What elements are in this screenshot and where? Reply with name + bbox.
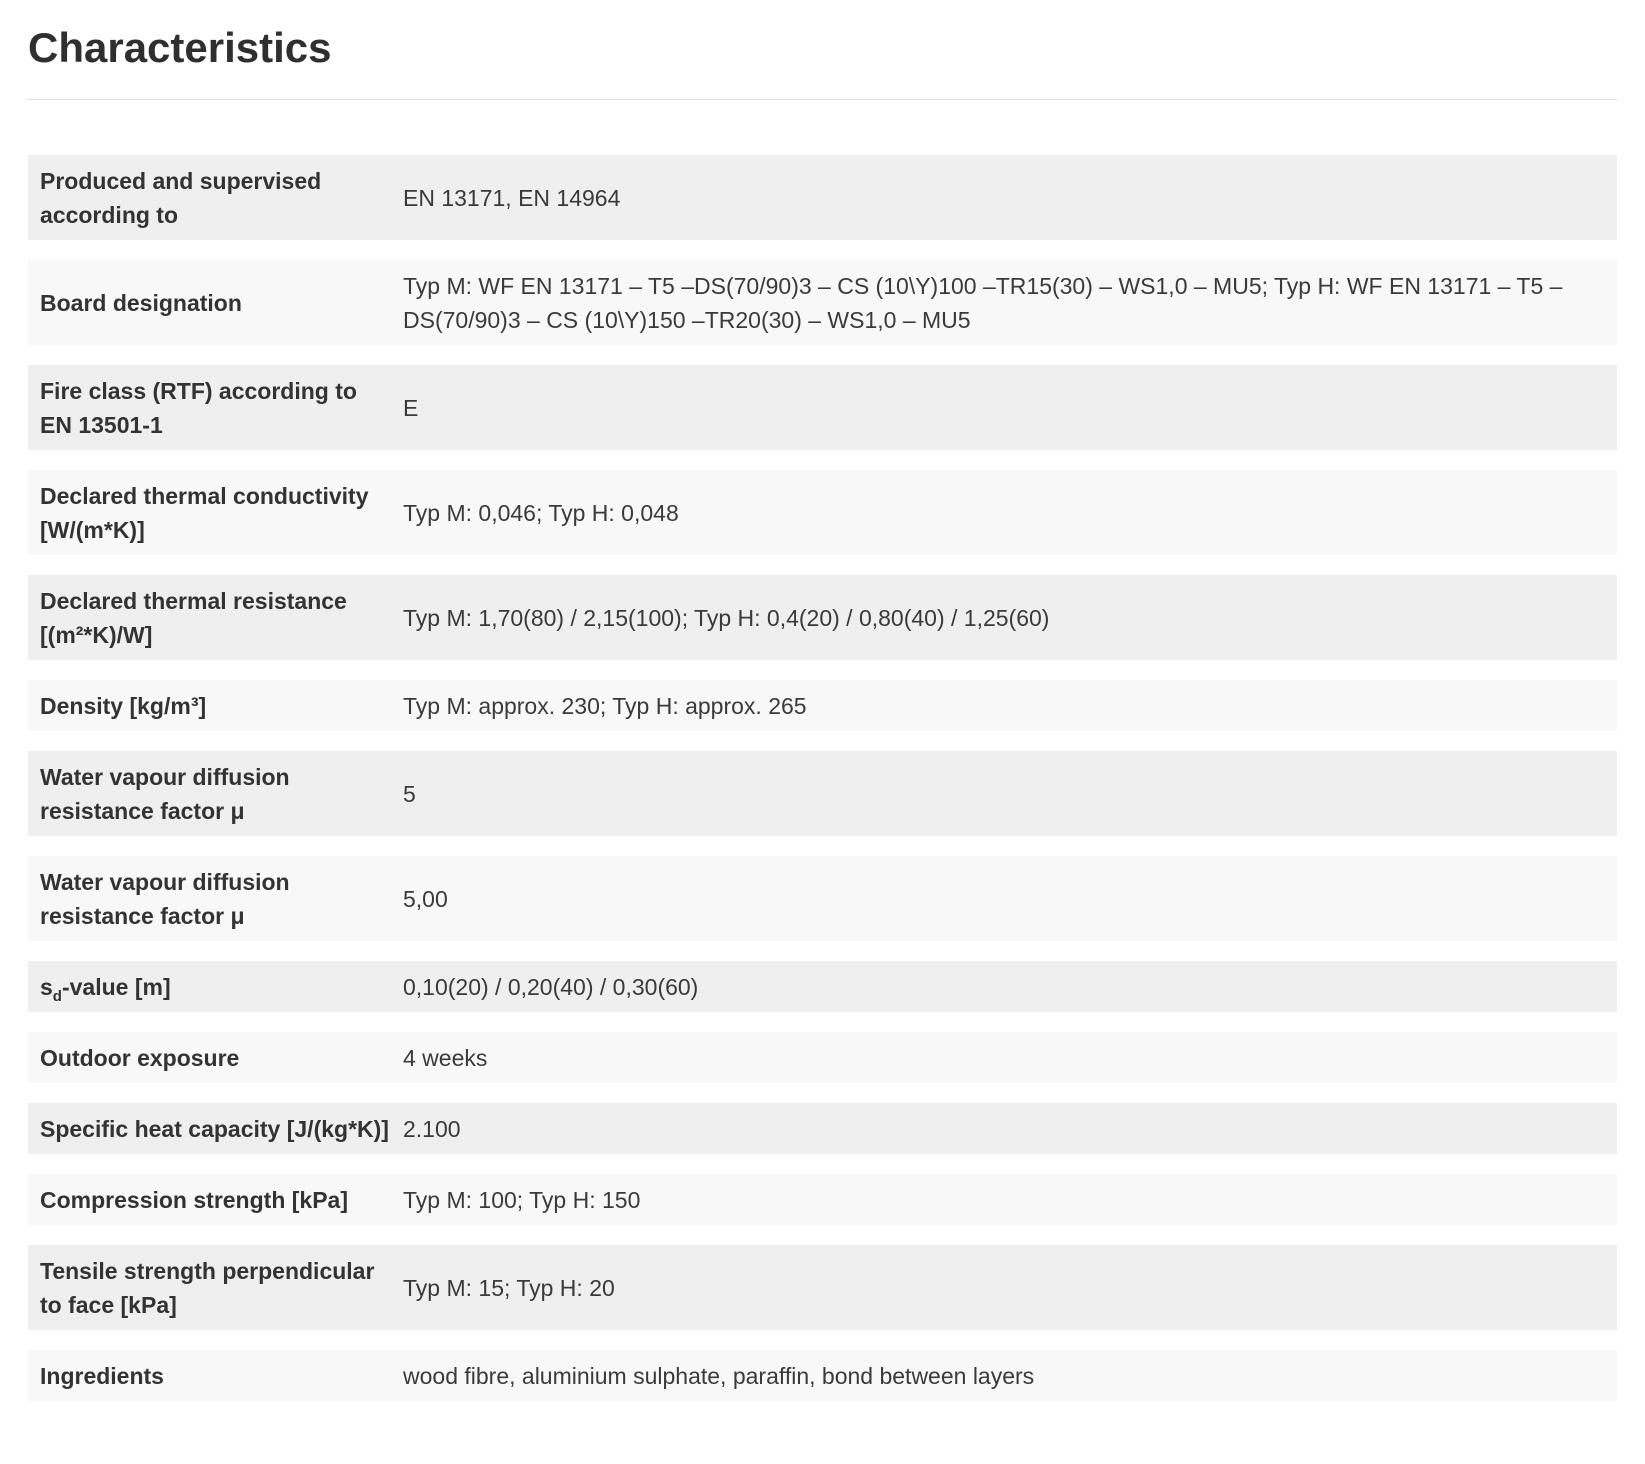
row-value: Typ M: 0,046; Typ H: 0,048 [403, 499, 679, 526]
row-value: 2.100 [403, 1115, 461, 1142]
table-row: Declared thermal conductivity [W/(m*K)] … [28, 470, 1617, 555]
row-value: Typ M: 15; Typ H: 20 [403, 1274, 615, 1301]
table-row: Compression strength [kPa] Typ M: 100; T… [28, 1174, 1617, 1225]
row-label: Declared thermal resistance [(m²*K)/W] [40, 587, 347, 648]
row-label-rest: -value [m] [61, 973, 171, 1000]
row-label: Water vapour diffusion resistance factor… [40, 763, 290, 824]
table-row: Density [kg/m³] Typ M: approx. 230; Typ … [28, 680, 1617, 731]
row-label: sd-value [m] [28, 970, 403, 1004]
table-row: sd-value [m] 0,10(20) / 0,20(40) / 0,30(… [28, 961, 1617, 1012]
characteristics-page: Characteristics Produced and supervised … [0, 0, 1645, 1464]
row-label: Compression strength [kPa] [40, 1186, 348, 1213]
table-row: Water vapour diffusion resistance factor… [28, 856, 1617, 941]
row-label: Specific heat capacity [J/(kg*K)] [40, 1115, 389, 1142]
table-row: Board designation Typ M: WF EN 13171 – T… [28, 260, 1617, 345]
table-row: Declared thermal resistance [(m²*K)/W] T… [28, 575, 1617, 660]
row-value: Typ M: 1,70(80) / 2,15(100); Typ H: 0,4(… [403, 604, 1050, 631]
row-value: wood fibre, aluminium sulphate, paraffin… [403, 1362, 1035, 1389]
row-value: 5 [403, 780, 416, 807]
row-value: Typ M: WF EN 13171 – T5 –DS(70/90)3 – CS… [403, 272, 1563, 333]
row-label: Board designation [40, 289, 242, 316]
table-row: Fire class (RTF) according to EN 13501-1… [28, 365, 1617, 450]
characteristics-table: Produced and supervised according to EN … [28, 155, 1617, 1421]
row-label: Outdoor exposure [40, 1044, 240, 1071]
row-value: Typ M: 100; Typ H: 150 [403, 1186, 641, 1213]
row-label: Water vapour diffusion resistance factor… [40, 868, 290, 929]
row-label-main: s [40, 973, 53, 1000]
title-divider [28, 99, 1617, 100]
row-label: Produced and supervised according to [40, 167, 322, 228]
row-value: EN 13171, EN 14964 [403, 184, 621, 211]
row-value: 0,10(20) / 0,20(40) / 0,30(60) [403, 973, 699, 1000]
row-label: Density [kg/m³] [40, 692, 207, 719]
row-label: Declared thermal conductivity [W/(m*K)] [40, 482, 369, 543]
table-row: Water vapour diffusion resistance factor… [28, 751, 1617, 836]
row-label-subscript: d [52, 987, 62, 1005]
table-row: Produced and supervised according to EN … [28, 155, 1617, 240]
row-label: Tensile strength perpendicular to face [… [40, 1257, 375, 1318]
row-value: 5,00 [403, 885, 448, 912]
table-row: Specific heat capacity [J/(kg*K)] 2.100 [28, 1103, 1617, 1154]
page-title: Characteristics [28, 24, 332, 71]
row-label: Fire class (RTF) according to EN 13501-1 [40, 377, 357, 438]
row-value: Typ M: approx. 230; Typ H: approx. 265 [403, 692, 807, 719]
row-value: E [403, 394, 419, 421]
row-label: Ingredients [40, 1362, 164, 1389]
table-row: Outdoor exposure 4 weeks [28, 1032, 1617, 1083]
table-row: Ingredients wood fibre, aluminium sulpha… [28, 1350, 1617, 1401]
row-value: 4 weeks [403, 1044, 488, 1071]
table-row: Tensile strength perpendicular to face [… [28, 1245, 1617, 1330]
